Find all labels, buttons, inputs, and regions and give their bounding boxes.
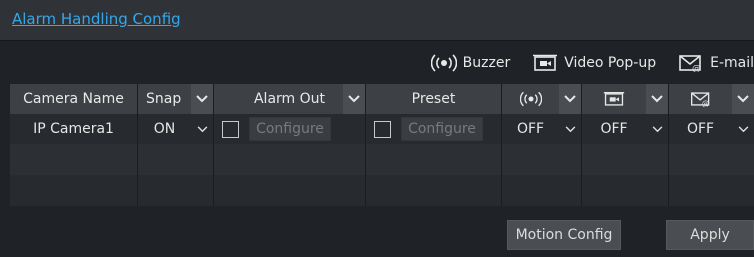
header-camera-name-label: Camera Name [23, 91, 124, 107]
camera-name-cell: IP Camera1 [10, 114, 138, 144]
empty-cell [582, 175, 669, 206]
video-popup-icon [533, 54, 558, 71]
chevron-down-icon[interactable] [732, 84, 754, 114]
chevron-down-icon[interactable] [191, 84, 213, 114]
chevron-down-icon[interactable] [646, 114, 668, 144]
chevron-down-icon[interactable] [732, 114, 754, 144]
empty-cell [10, 144, 138, 175]
empty-cell [669, 144, 754, 175]
preset-configure-button[interactable]: Configure [401, 117, 483, 141]
legend-video-popup: Video Pop-up [532, 54, 656, 72]
header-preset-label: Preset [411, 91, 456, 107]
video-popup-value: OFF [600, 121, 628, 137]
buzzer-value: OFF [516, 121, 545, 137]
email-value: OFF [686, 121, 715, 137]
chevron-down-icon[interactable] [646, 84, 668, 114]
legend-buzzer: Buzzer [430, 54, 511, 72]
empty-cell [502, 175, 582, 206]
email-select[interactable]: OFF [669, 114, 754, 144]
chevron-down-icon[interactable] [191, 114, 213, 144]
snap-value: ON [153, 121, 176, 137]
chevron-down-icon[interactable] [559, 114, 581, 144]
svg-text:@: @ [701, 99, 709, 107]
empty-cell [10, 175, 138, 206]
header-preset: Preset [366, 84, 502, 114]
legend-email-label: E-mail [710, 55, 754, 71]
table-row: IP Camera1 ON Configure Configure OFF OF… [10, 114, 754, 144]
header-email[interactable]: @ [669, 84, 754, 114]
empty-cell [669, 175, 754, 206]
apply-button[interactable]: Apply [666, 220, 754, 250]
chevron-down-icon[interactable] [343, 84, 365, 114]
chevron-down-icon[interactable] [559, 84, 581, 114]
legend: Buzzer Video Pop-up @ E-mail [409, 52, 754, 74]
email-icon: @ [679, 55, 701, 72]
alarm-handling-config-link[interactable]: Alarm Handling Config [12, 10, 181, 28]
table-header: Camera Name Snap Alarm Out Preset @ [10, 84, 754, 114]
empty-cell [366, 144, 502, 175]
header-snap[interactable]: Snap [138, 84, 214, 114]
video-popup-select[interactable]: OFF [582, 114, 669, 144]
header-alarm-out[interactable]: Alarm Out [214, 84, 366, 114]
empty-cell [582, 144, 669, 175]
legend-buzzer-label: Buzzer [462, 55, 511, 71]
camera-name: IP Camera1 [33, 121, 114, 137]
preset-cell: Configure [366, 114, 502, 144]
alarm-out-checkbox[interactable] [222, 120, 239, 138]
empty-cell [366, 175, 502, 206]
header-camera-name: Camera Name [10, 84, 138, 114]
empty-cell [502, 144, 582, 175]
alarm-config-table: Camera Name Snap Alarm Out Preset @ IP C… [10, 84, 754, 206]
header-snap-label: Snap [146, 91, 182, 107]
alarm-out-configure-button[interactable]: Configure [249, 117, 331, 141]
table-row [10, 175, 754, 206]
empty-cell [138, 175, 214, 206]
empty-cell [214, 144, 366, 175]
title-bar: Alarm Handling Config [0, 0, 754, 41]
header-video-popup[interactable] [582, 84, 669, 114]
preset-checkbox[interactable] [374, 120, 391, 138]
legend-video-popup-label: Video Pop-up [564, 55, 657, 71]
buzzer-icon [430, 54, 457, 72]
table-row [10, 144, 754, 175]
buzzer-icon [519, 91, 542, 107]
buzzer-select[interactable]: OFF [502, 114, 582, 144]
empty-cell [214, 175, 366, 206]
header-buzzer[interactable] [502, 84, 582, 114]
email-icon: @ [690, 92, 709, 107]
video-popup-icon [603, 91, 625, 106]
empty-cell [138, 144, 214, 175]
motion-config-button[interactable]: Motion Config [507, 220, 621, 250]
legend-email: @ E-mail [678, 54, 754, 72]
svg-text:@: @ [692, 64, 701, 72]
snap-select[interactable]: ON [138, 114, 214, 144]
alarm-out-cell: Configure [214, 114, 366, 144]
